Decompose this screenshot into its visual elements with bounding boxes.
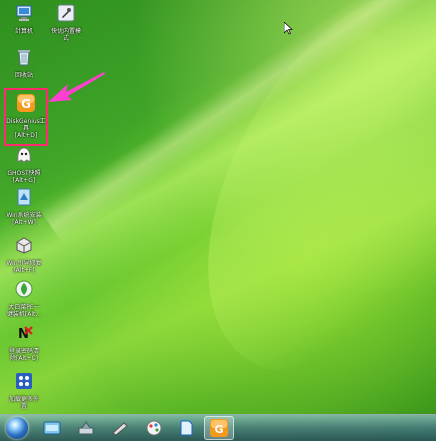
desktop-icon-label: 快优内置模 式 <box>50 28 81 42</box>
desktop-icon-label: GHOST快照 [Alt+G] <box>7 170 41 184</box>
desktop-icon-label: DiskGenius工具 [Alt+D] <box>6 118 46 139</box>
settings-icon <box>57 4 75 22</box>
taskbar: G <box>0 414 436 441</box>
desktop-icon-password-clear[interactable]: N 登录密码清 除[Alt+C] <box>4 324 44 362</box>
desktop-icon-recycle-bin[interactable]: 回收站 <box>4 48 44 79</box>
mouse-cursor-icon <box>284 22 293 35</box>
ghost-icon <box>17 147 31 163</box>
desktop-icon-label: Win系统安装 [Alt+W] <box>6 212 42 226</box>
svg-text:G: G <box>214 423 223 436</box>
pen-icon[interactable] <box>110 419 130 437</box>
pe-install-icon <box>15 280 33 298</box>
windows-orb-icon[interactable] <box>6 417 28 439</box>
desktop-icon-label: Win引导修复 [Alt+F] <box>6 260 42 274</box>
desktop: 計算机 快优内置模 式 回收站 G DiskGenius工具 [Alt+D] G… <box>0 0 436 441</box>
diskgenius-icon: G <box>17 94 35 112</box>
doc-icon[interactable] <box>176 419 196 437</box>
desktop-icon-label: 大白菜PE一 键装机[Alt... <box>6 304 42 318</box>
desktop-icon-pe-install[interactable]: 大白菜PE一 键装机[Alt... <box>4 280 44 318</box>
diskgenius-taskbar-icon[interactable]: G <box>209 419 229 437</box>
boot-repair-icon <box>16 237 32 254</box>
password-clear-icon: N <box>18 326 33 342</box>
paint-icon[interactable] <box>144 419 164 437</box>
win-install-icon <box>17 188 31 206</box>
desktop-icon-label: 加载更多外 置 <box>8 396 39 410</box>
recycle-bin-icon <box>18 50 30 66</box>
desktop-icon-diskgenius[interactable]: G DiskGenius工具 [Alt+D] <box>6 94 46 139</box>
desktop-icon-ghost[interactable]: GHOST快照 [Alt+G] <box>4 146 44 184</box>
network-icon[interactable] <box>76 419 96 437</box>
desktop-icon-label: 登录密码清 除[Alt+C] <box>8 348 39 362</box>
annotation-arrow-icon <box>48 72 105 102</box>
svg-text:G: G <box>21 97 31 111</box>
desktop-icon-load-more[interactable]: 加载更多外 置 <box>4 372 44 410</box>
desktop-icon-label: 計算机 <box>14 28 33 35</box>
desktop-icon-settings[interactable]: 快优内置模 式 <box>46 4 86 42</box>
computer-icon <box>16 5 32 21</box>
desktop-icon-win-install[interactable]: Win系统安装 [Alt+W] <box>4 188 44 226</box>
desktop-icon-label: 回收站 <box>14 72 33 79</box>
load-more-icon <box>16 373 32 389</box>
explorer-icon[interactable] <box>42 419 62 437</box>
desktop-icon-boot-repair[interactable]: Win引导修复 [Alt+F] <box>4 236 44 274</box>
desktop-icon-computer[interactable]: 計算机 <box>4 4 44 35</box>
